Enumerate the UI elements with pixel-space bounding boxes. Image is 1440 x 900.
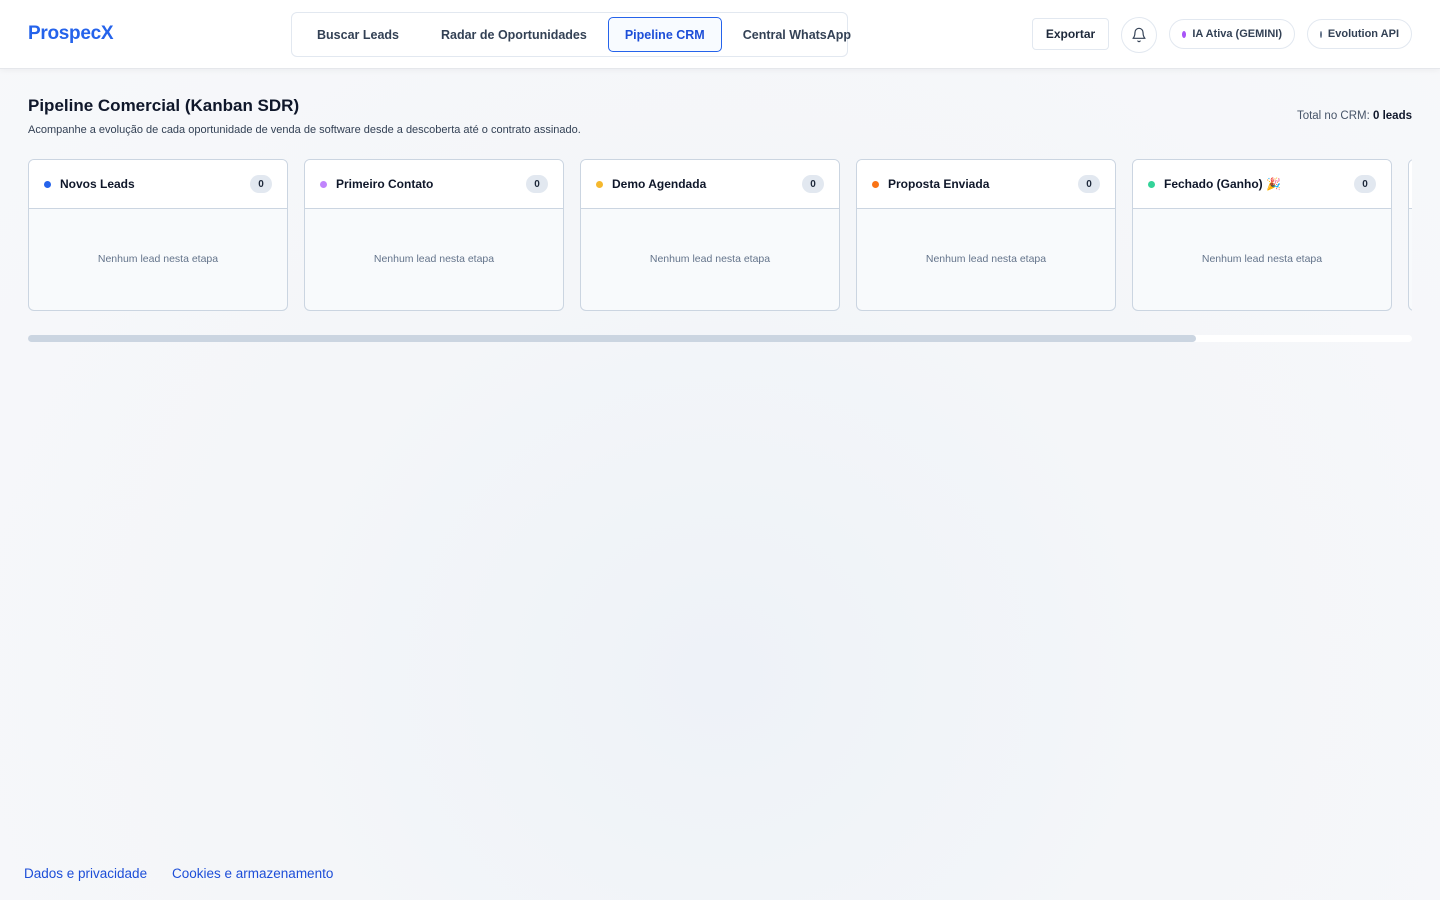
ai-status-dot xyxy=(1182,30,1187,38)
export-button[interactable]: Exportar xyxy=(1032,18,1109,50)
notifications-button[interactable] xyxy=(1121,17,1157,53)
column-empty-state: Nenhum lead nesta etapa xyxy=(97,253,219,265)
kanban-track: Novos Leads 0 Nenhum lead nesta etapa Prime… xyxy=(28,159,1412,311)
column-count-badge: 0 xyxy=(1354,175,1376,193)
column-status-dot xyxy=(320,180,327,188)
main-nav: Buscar Leads Radar de Oportunidades Pipe… xyxy=(291,12,851,57)
column-header xyxy=(1409,160,1412,209)
top-bar: ProspecX Buscar Leads Radar de Oportunid… xyxy=(0,0,1440,69)
tab-buscar-leads[interactable]: Buscar Leads xyxy=(296,17,420,52)
ai-status-badge[interactable]: IA Ativa (GEMINI) xyxy=(1169,19,1295,49)
crm-total-value: 0 leads xyxy=(1373,110,1412,122)
tab-radar-oportunidades[interactable]: Radar de Oportunidades xyxy=(420,17,608,52)
kanban-board[interactable]: Novos Leads 0 Nenhum lead nesta etapa Prime… xyxy=(28,159,1412,311)
api-status-dot xyxy=(1320,30,1322,38)
page-subtitle: Acompanhe a evolução de cada oportunidad… xyxy=(28,124,581,136)
kanban-column[interactable]: Novos Leads 0 Nenhum lead nesta etapa xyxy=(28,159,288,311)
column-header: Fechado (Ganho) 🎉 0 xyxy=(1133,160,1391,209)
crm-total-label: Total no CRM: xyxy=(1296,110,1370,122)
tab-central-whatsapp[interactable]: Central WhatsApp xyxy=(722,17,872,52)
column-header: Primeiro Contato 0 xyxy=(305,160,563,209)
column-empty-state xyxy=(1409,209,1412,309)
column-title: Demo Agendada xyxy=(612,177,707,191)
column-header: Demo Agendada 0 xyxy=(581,160,839,209)
ai-status-label: IA Ativa (GEMINI) xyxy=(1192,28,1282,40)
cookies-link[interactable]: Cookies e armazenamento xyxy=(172,866,333,881)
column-title: Proposta Enviada xyxy=(888,177,990,191)
column-header: Proposta Enviada 0 xyxy=(857,160,1115,209)
column-status-dot xyxy=(44,180,51,188)
board-scrollbar-thumb[interactable] xyxy=(28,335,1197,342)
column-count-badge: 0 xyxy=(1078,175,1100,193)
column-status-dot xyxy=(1148,180,1155,188)
column-title: Novos Leads xyxy=(60,177,135,191)
kanban-column[interactable]: Fechado (Ganho) 🎉 0 Nenhum lead nesta etap… xyxy=(1132,159,1392,311)
crm-total: Total no CRM: 0 leads xyxy=(1297,110,1412,122)
kanban-column[interactable]: Demo Agendada 0 Nenhum lead nesta etapa xyxy=(580,159,840,311)
privacy-link[interactable]: Dados e privacidade xyxy=(24,866,147,881)
column-empty-state: Nenhum lead nesta etapa xyxy=(1201,253,1323,265)
api-status-label: Evolution API xyxy=(1327,28,1399,40)
api-status-badge[interactable]: Evolution API xyxy=(1307,19,1412,49)
column-title: Primeiro Contato xyxy=(336,177,434,191)
column-count-badge: 0 xyxy=(802,175,824,193)
app-logo[interactable]: ProspecX xyxy=(28,23,114,45)
column-empty-state: Nenhum lead nesta etapa xyxy=(649,253,771,265)
column-count-badge: 0 xyxy=(526,175,548,193)
board-scrollbar[interactable] xyxy=(28,335,1412,342)
tab-pipeline-crm[interactable]: Pipeline CRM xyxy=(607,17,722,52)
kanban-column[interactable] xyxy=(1408,159,1412,311)
kanban-column[interactable]: Primeiro Contato 0 Nenhum lead nesta etapa xyxy=(304,159,564,311)
page-title: Pipeline Comercial (Kanban SDR) xyxy=(28,96,300,115)
bell-icon xyxy=(1132,27,1146,43)
column-header: Novos Leads 0 xyxy=(29,160,287,209)
column-status-dot xyxy=(872,180,879,188)
column-title: Fechado (Ganho) 🎉 xyxy=(1164,177,1281,191)
kanban-column[interactable]: Proposta Enviada 0 Nenhum lead nesta etapa xyxy=(856,159,1116,311)
column-empty-state: Nenhum lead nesta etapa xyxy=(373,253,495,265)
column-empty-state: Nenhum lead nesta etapa xyxy=(925,253,1047,265)
column-status-dot xyxy=(596,180,603,188)
column-count-badge: 0 xyxy=(250,175,272,193)
